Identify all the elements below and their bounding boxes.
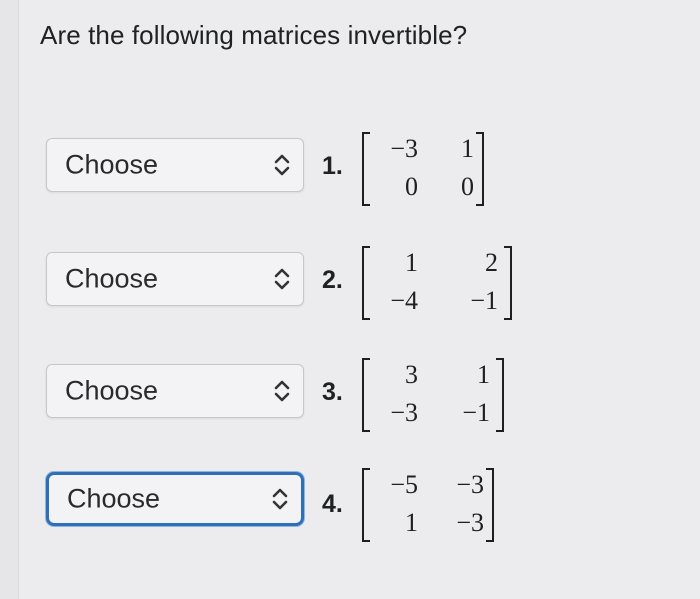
answer-select-4[interactable]: Choose	[46, 472, 304, 526]
matrix-cell: −1	[462, 398, 490, 427]
answer-select-2[interactable]: Choose	[46, 252, 304, 306]
matrix-cell: −3	[456, 508, 484, 537]
matrix-1: −3 1 0 0	[362, 132, 484, 206]
select-value: Choose	[67, 483, 161, 514]
matrix-cell: 0	[405, 172, 418, 201]
item-number: 1.	[322, 152, 343, 180]
matrix-cell: 1	[461, 134, 474, 163]
chevron-up-down-icon	[274, 268, 290, 290]
matrix-cell: 1	[405, 248, 418, 277]
item-number: 3.	[322, 378, 343, 406]
matrix-bracket-right	[476, 132, 484, 206]
item-number: 2.	[322, 266, 343, 294]
question-row-2: Choose 2. 1 2 −4 −1	[0, 236, 700, 326]
matrix-cell: −3	[390, 398, 418, 427]
matrix-cell: −1	[470, 286, 498, 315]
matrix-3: 3 1 −3 −1	[362, 358, 504, 432]
question-row-4: Choose 4. −5 −3 1 −3	[0, 460, 700, 550]
item-number: 4.	[322, 490, 343, 518]
answer-select-3[interactable]: Choose	[46, 364, 304, 418]
answer-select-1[interactable]: Choose	[46, 138, 304, 192]
question-row-3: Choose 3. 3 1 −3 −1	[0, 348, 700, 438]
select-value: Choose	[65, 149, 159, 180]
matrix-cell: 0	[461, 172, 474, 201]
question-text: Are the following matrices invertible?	[40, 20, 468, 50]
matrix-bracket-right	[486, 468, 494, 542]
question-row-1: Choose 1. −3 1 0 0	[0, 122, 700, 212]
matrix-cell: 3	[405, 360, 418, 389]
matrix-cell: 1	[477, 360, 490, 389]
matrix-bracket-right	[496, 358, 504, 432]
chevron-up-down-icon	[274, 154, 290, 176]
matrix-cell: 1	[405, 508, 418, 537]
select-value: Choose	[65, 375, 159, 406]
matrix-2: 1 2 −4 −1	[362, 246, 512, 320]
matrix-cell: −4	[390, 286, 418, 315]
matrix-bracket-right	[504, 246, 512, 320]
matrix-4: −5 −3 1 −3	[362, 468, 494, 542]
chevron-up-down-icon	[272, 488, 288, 510]
matrix-cell: −3	[456, 470, 484, 499]
matrix-cell: 2	[485, 248, 498, 277]
matrix-cell: −5	[390, 470, 418, 499]
select-value: Choose	[65, 263, 159, 294]
matrix-cell: −3	[390, 134, 418, 163]
chevron-up-down-icon	[274, 380, 290, 402]
